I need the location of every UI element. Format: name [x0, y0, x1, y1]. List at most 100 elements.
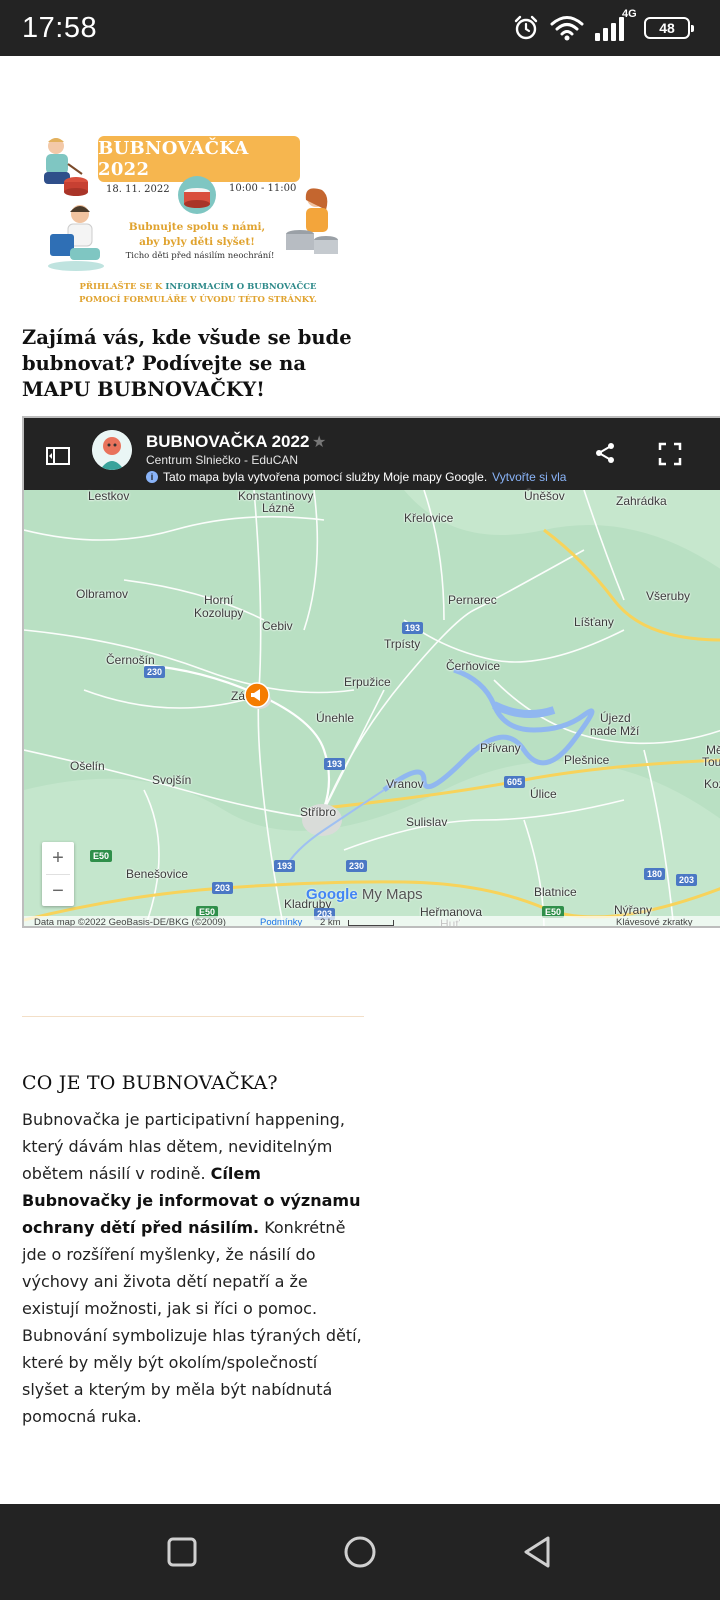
place-label: Kozo [704, 777, 720, 791]
banner-signup-note: PŘIHLAŠTE SE K INFORMACÍM O BUBNOVAČCE P… [78, 281, 318, 307]
map-attribution-bar: Data map ©2022 GeoBasis-DE/BKG (©2009) P… [24, 916, 720, 928]
google-my-maps-logo: Google My Maps [306, 886, 423, 903]
place-label: Trpísty [384, 637, 421, 651]
place-label: Přívany [480, 741, 521, 755]
zoom-controls: + − [42, 842, 74, 906]
place-label: Úněšov [524, 489, 565, 503]
mymaps-logo-text: My Maps [361, 886, 423, 903]
event-marker-icon[interactable] [244, 682, 270, 708]
place-label: Vranov [386, 777, 424, 791]
place-label: Sulislav [406, 815, 448, 829]
banner-date: 18. 11. 2022 [106, 184, 170, 195]
place-label: Erpužice [344, 675, 391, 689]
map-header: BUBNOVAČKA 2022 ★ Centrum Slniečko - Edu… [24, 418, 720, 490]
place-label: Ošelín [70, 759, 105, 773]
zoom-out-button[interactable]: − [42, 875, 74, 907]
road-shield: 203 [676, 874, 698, 886]
child-pots-illustration [286, 188, 338, 254]
status-bar: 17:58 4G 48 [0, 0, 720, 56]
place-label: Cebiv [262, 619, 293, 633]
about-paragraph: Bubnovačka je participativní happening, … [22, 1106, 367, 1430]
terms-link[interactable]: Podmínky [260, 917, 302, 926]
child-drummer-illustration [44, 138, 88, 196]
place-label: Blatnice [534, 885, 577, 899]
star-icon[interactable]: ★ [312, 432, 326, 451]
battery-level: 48 [659, 20, 675, 36]
road-shield: 193 [402, 622, 424, 634]
banner-note-start: PŘIHLAŠTE SE K [79, 282, 163, 292]
place-label: Stříbro [300, 805, 337, 819]
map-intro-heading: Zajímá vás, kde všude se bude bubnovat? … [22, 326, 352, 401]
wifi-icon [550, 16, 584, 41]
map-title[interactable]: BUBNOVAČKA 2022 [146, 432, 309, 452]
place-label: Plešnice [564, 753, 610, 767]
drum-icon [178, 176, 216, 214]
home-button[interactable] [340, 1532, 380, 1572]
map-legend-toggle-icon[interactable] [46, 446, 70, 466]
scale-bar [348, 920, 394, 926]
map-subtitle: Centrum Slniečko - EduCAN [146, 453, 299, 467]
map-info-text: Tato mapa byla vytvořena pomocí služby M… [163, 470, 488, 484]
about-title: CO JE TO BUBNOVAČKA? [22, 1072, 278, 1094]
status-time: 17:58 [22, 12, 98, 44]
place-label: Všeruby [646, 589, 691, 603]
map-terrain [24, 490, 720, 926]
system-nav-bar [0, 1504, 720, 1600]
banner-tagline-line1: Bubnujte spolu s námi, [128, 221, 266, 233]
status-icons: 4G 48 [512, 8, 694, 44]
about-text-intro: Bubnovačka je participativní happening, … [22, 1110, 345, 1183]
keyboard-shortcuts-link[interactable]: Klávesové zkratky [616, 917, 693, 926]
road-shield: 193 [324, 758, 346, 770]
place-label: Kozolupy [194, 606, 244, 620]
map-info-line: i Tato mapa byla vytvořena pomocí služby… [146, 470, 566, 484]
embedded-map[interactable]: BUBNOVAČKA 2022 ★ Centrum Slniečko - Edu… [22, 416, 720, 928]
section-divider [22, 1016, 364, 1017]
battery-icon: 48 [644, 17, 694, 39]
road-shield: 230 [144, 666, 166, 678]
create-map-link[interactable]: Vytvořte si vla [492, 470, 566, 484]
place-label: Touš [702, 755, 720, 769]
network-label: 4G [622, 8, 637, 20]
place-label: Křelovice [404, 511, 454, 525]
place-label: Líšťany [574, 615, 614, 629]
place-label: Olbramov [76, 587, 129, 601]
place-label: Lestkov [88, 489, 130, 503]
place-label: Lázně [262, 501, 295, 515]
place-label: Úlice [530, 787, 557, 801]
place-label: Čerňovice [446, 659, 501, 673]
banner-time: 10:00 - 11:00 [229, 183, 297, 194]
banner-tagline-line2: aby byly děti slyšet! [139, 236, 255, 248]
banner-note-end: POMOCÍ FORMULÁŘE V ÚVODU TÉTO STRÁNKY. [79, 295, 317, 305]
place-label: nade Mží [590, 724, 640, 738]
road-shield: 193 [274, 860, 296, 872]
scale-label: 2 km [320, 917, 341, 928]
about-text-rest: Konkrétně jde o rozšíření myšlenky, že n… [22, 1218, 362, 1426]
place-label: Zahrádka [616, 494, 667, 508]
road-shield: 230 [346, 860, 368, 872]
banner-subtagline: Ticho děti před násilím neochrání! [125, 251, 275, 261]
place-label: Pernarec [448, 593, 497, 607]
banner-note-highlight: INFORMACÍM O BUBNOVAČCE [165, 282, 317, 292]
road-shield: 203 [212, 882, 234, 894]
map-owner-avatar [92, 430, 132, 470]
info-icon: i [146, 471, 158, 483]
alarm-icon [514, 15, 538, 40]
share-icon[interactable] [594, 442, 616, 464]
road-shield: 180 [644, 868, 666, 880]
place-label: Svojšín [152, 773, 192, 787]
map-canvas[interactable]: Lestkov Konstantinovy Lázně Úněšov Zahrá… [24, 489, 720, 928]
page-content: BUBNOVAČKA 2022 18. 11. 2022 10:00 - 11:… [0, 56, 720, 1504]
back-button[interactable] [518, 1532, 558, 1572]
child-bucket-illustration [48, 205, 104, 271]
road-shield: 605 [504, 776, 526, 788]
place-label: Únehle [316, 711, 355, 725]
recents-button[interactable] [162, 1532, 202, 1572]
signal-icon: 4G [594, 8, 637, 42]
fullscreen-icon[interactable] [658, 442, 682, 466]
banner-tagline: Bubnujte spolu s námi, aby byly děti sly… [122, 220, 272, 250]
road-shield: E50 [90, 850, 113, 862]
zoom-in-button[interactable]: + [42, 842, 74, 874]
google-logo-text: Google [306, 886, 358, 903]
place-label: Benešovice [126, 867, 189, 881]
map-attribution: Data map ©2022 GeoBasis-DE/BKG (©2009) [34, 917, 226, 928]
